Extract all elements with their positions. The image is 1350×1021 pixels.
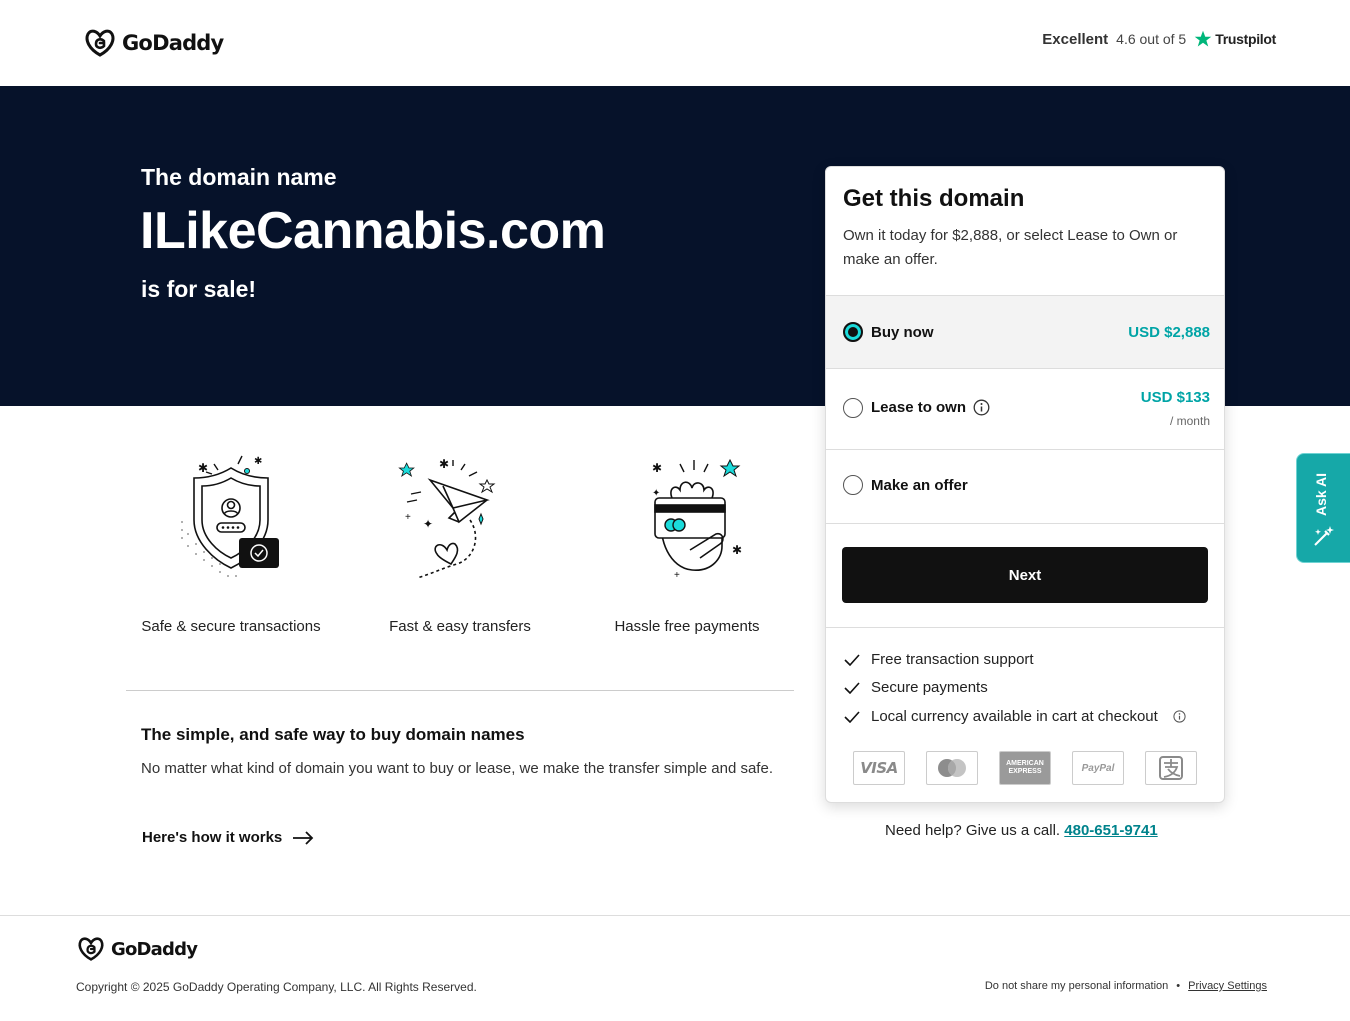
option-lease-to-own[interactable]: Lease to own USD $133 / month	[826, 368, 1224, 449]
hero-pre-text: The domain name	[141, 164, 337, 190]
feature-label: Fast & easy transfers	[389, 618, 531, 635]
copyright-text: Copyright © 2025 GoDaddy Operating Compa…	[76, 980, 477, 994]
amex-label: AMERICAN EXPRESS	[1006, 760, 1044, 775]
how-it-works-label: Here's how it works	[142, 829, 283, 846]
feature-label: Hassle free payments	[614, 618, 760, 635]
card-divider	[826, 627, 1224, 628]
ask-ai-button[interactable]: Ask AI	[1296, 453, 1350, 563]
option-price: USD $133	[1140, 389, 1210, 406]
card-title: Get this domain	[843, 185, 1025, 212]
do-not-share-link[interactable]: Do not share my personal information	[985, 980, 1168, 992]
feature-fast-easy: ✱ ✦ + Fast & easy transfers	[355, 450, 565, 635]
paypal-label: PayPal	[1081, 762, 1115, 774]
help-label: Need help? Give us a call.	[885, 822, 1061, 839]
option-label-wrap: Lease to own	[871, 399, 990, 416]
feature-label: Safe & secure transactions	[141, 618, 321, 635]
next-button[interactable]: Next	[842, 547, 1208, 603]
svg-text:✦: ✦	[652, 488, 660, 499]
feature-safe-secure: ✱ ✱ Safe & secure transactions	[126, 450, 336, 635]
sparkle-wand-icon	[1314, 526, 1334, 546]
benefit-text: Free transaction support	[871, 651, 1034, 668]
make-offer-radio[interactable]	[843, 475, 863, 495]
info-icon[interactable]	[973, 399, 990, 416]
buy-now-radio[interactable]	[843, 322, 863, 342]
svg-text:✱: ✱	[198, 461, 208, 475]
footer-godaddy-logo[interactable]: GoDaddy	[77, 936, 198, 962]
star-icon	[1194, 30, 1212, 47]
footer-links: Do not share my personal information • P…	[985, 980, 1267, 992]
mastercard-icon	[938, 759, 966, 777]
feature-hassle-free: ✱ ✱ ✦ + Hassle free payments	[582, 450, 792, 635]
svg-text:✱: ✱	[439, 457, 449, 471]
paypal-badge: PayPal	[1072, 751, 1124, 785]
benefit-item: Local currency available in cart at chec…	[844, 708, 1186, 725]
options-bottom-border	[826, 523, 1224, 524]
mastercard-badge	[926, 751, 978, 785]
benefit-text: Secure payments	[871, 679, 988, 696]
option-label: Buy now	[871, 324, 934, 341]
privacy-settings-link[interactable]: Privacy Settings	[1188, 980, 1267, 992]
paper-plane-icon: ✱ ✦ +	[398, 457, 496, 579]
trustpilot-brand: Trustpilot	[1194, 30, 1276, 48]
phone-link[interactable]: 480-651-9741	[1064, 822, 1157, 839]
arrow-right-icon	[293, 830, 314, 845]
content-divider	[126, 690, 794, 691]
svg-text:+: +	[674, 570, 680, 580]
hand-card-icon: ✱ ✱ ✦ +	[652, 458, 742, 580]
how-it-works-link[interactable]: Here's how it works	[142, 829, 314, 846]
option-buy-now[interactable]: Buy now USD $2,888	[826, 295, 1224, 368]
option-price: USD $2,888	[1128, 324, 1210, 341]
info-icon[interactable]	[1173, 710, 1186, 723]
svg-text:✱: ✱	[732, 543, 742, 557]
trustpilot-rating-word: Excellent	[1042, 30, 1109, 48]
option-label: Lease to own	[871, 399, 967, 416]
option-price-period: / month	[1169, 414, 1210, 428]
ask-ai-label: Ask AI	[1313, 472, 1329, 516]
site-footer: GoDaddy Copyright © 2025 GoDaddy Operati…	[0, 915, 1350, 1021]
help-text: Need help? Give us a call. 480-651-9741	[885, 822, 1158, 839]
svg-text:✦: ✦	[423, 517, 433, 531]
domain-name-heading: ILikeCannabis.com	[140, 202, 606, 260]
card-subtitle: Own it today for $2,888, or select Lease…	[843, 227, 1178, 268]
godaddy-wordmark: GoDaddy	[122, 31, 224, 55]
godaddy-logo-icon	[85, 29, 115, 57]
checkmark-icon	[844, 681, 860, 694]
purchase-card: Get this domain Own it today for $2,888,…	[825, 166, 1225, 803]
option-make-offer[interactable]: Make an offer	[826, 449, 1224, 523]
svg-text:✱: ✱	[254, 456, 262, 467]
lease-to-own-radio[interactable]	[843, 398, 863, 418]
benefit-item: Secure payments	[844, 679, 988, 696]
hero-post-text: is for sale!	[141, 276, 257, 302]
alipay-icon	[1159, 756, 1183, 780]
visa-badge: VISA	[853, 751, 905, 785]
info-paragraph: No matter what kind of domain you want t…	[141, 760, 773, 777]
godaddy-logo-icon	[78, 937, 104, 961]
visa-label: VISA	[860, 759, 898, 777]
trustpilot-score: 4.6 out of 5	[1116, 31, 1187, 47]
svg-text:+: +	[405, 512, 411, 523]
godaddy-logo[interactable]: GoDaddy	[84, 28, 224, 58]
godaddy-wordmark: GoDaddy	[111, 938, 198, 960]
option-label: Make an offer	[871, 477, 968, 494]
trustpilot-brand-label: Trustpilot	[1215, 31, 1276, 47]
checkmark-icon	[844, 653, 860, 666]
footer-separator: •	[1176, 980, 1181, 992]
checkmark-icon	[844, 710, 860, 723]
amex-badge: AMERICAN EXPRESS	[999, 751, 1051, 785]
info-heading: The simple, and safe way to buy domain n…	[141, 725, 525, 744]
trustpilot-widget[interactable]: Excellent 4.6 out of 5 Trustpilot	[1042, 30, 1276, 48]
svg-text:✱: ✱	[652, 461, 662, 475]
alipay-badge	[1145, 751, 1197, 785]
top-header: GoDaddy Excellent 4.6 out of 5 Trustpilo…	[0, 0, 1350, 86]
benefit-text: Local currency available in cart at chec…	[871, 708, 1158, 725]
shield-check-icon: ✱ ✱	[181, 455, 279, 577]
benefit-item: Free transaction support	[844, 651, 1034, 668]
